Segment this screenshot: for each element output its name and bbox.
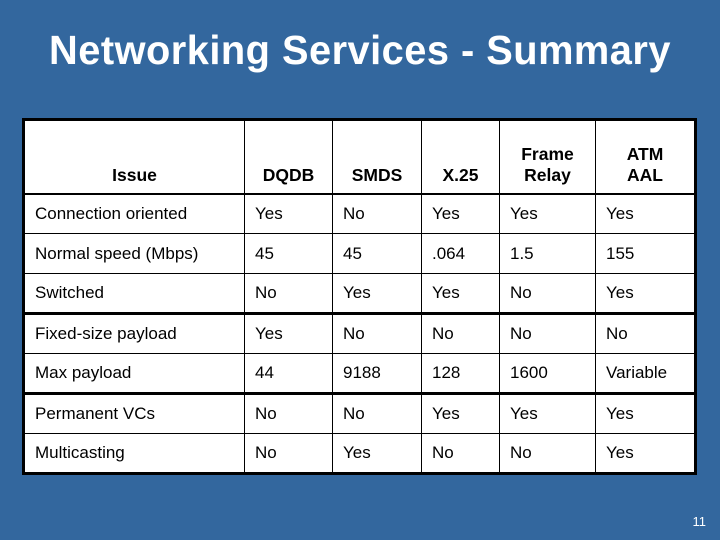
column-header-smds-line-1: SMDS xyxy=(351,164,403,185)
cell-dqdb: Yes xyxy=(244,193,333,234)
table-row: Connection oriented Yes No Yes Yes Yes xyxy=(23,193,696,234)
cell-frame-relay: No xyxy=(499,433,596,475)
cell-frame-relay: No xyxy=(499,273,596,314)
cell-dqdb: No xyxy=(244,273,333,314)
cell-atm-aal: 155 xyxy=(595,233,696,274)
cell-x25: No xyxy=(421,312,500,354)
column-header-dqdb-line-1: DQDB xyxy=(262,164,315,185)
cell-smds: Yes xyxy=(332,433,422,475)
cell-smds: No xyxy=(332,312,422,354)
table-header-row: Issue DQDB SMDS X.25 Frame Relay ATM AAL xyxy=(23,119,696,195)
cell-dqdb: 45 xyxy=(244,233,333,274)
table-row: Permanent VCs No No Yes Yes Yes xyxy=(23,392,696,434)
cell-smds: 45 xyxy=(332,233,422,274)
cell-x25: 128 xyxy=(421,353,500,394)
column-header-atm-aal: ATM AAL xyxy=(595,119,696,195)
cell-smds: 9188 xyxy=(332,353,422,394)
table-header: Issue DQDB SMDS X.25 Frame Relay ATM AAL xyxy=(23,119,696,195)
cell-issue: Multicasting xyxy=(23,433,245,475)
column-header-atm-aal-line-2: AAL xyxy=(627,164,663,185)
cell-frame-relay: No xyxy=(499,312,596,354)
cell-atm-aal: Yes xyxy=(595,273,696,314)
table-row: Normal speed (Mbps) 45 45 .064 1.5 155 xyxy=(23,233,696,274)
column-header-dqdb: DQDB xyxy=(244,119,333,195)
cell-dqdb: No xyxy=(244,392,333,434)
page-title: Networking Services - Summary xyxy=(49,27,671,73)
summary-table-container: Issue DQDB SMDS X.25 Frame Relay ATM AAL… xyxy=(22,118,697,475)
cell-atm-aal: Yes xyxy=(595,392,696,434)
cell-issue: Connection oriented xyxy=(23,193,245,234)
cell-smds: No xyxy=(332,392,422,434)
page-number: 11 xyxy=(692,514,707,529)
column-header-frame-relay: Frame Relay xyxy=(499,119,596,195)
cell-frame-relay: 1.5 xyxy=(499,233,596,274)
cell-issue: Permanent VCs xyxy=(23,392,245,434)
column-header-x25: X.25 xyxy=(421,119,500,195)
column-header-issue-line-1: Issue xyxy=(112,164,157,185)
cell-frame-relay: Yes xyxy=(499,392,596,434)
cell-frame-relay: Yes xyxy=(499,193,596,234)
column-header-atm-aal-line-1: ATM xyxy=(626,143,664,164)
networking-services-summary-table: Issue DQDB SMDS X.25 Frame Relay ATM AAL… xyxy=(22,118,697,475)
table-row: Multicasting No Yes No No Yes xyxy=(23,433,696,475)
cell-atm-aal: Variable xyxy=(595,353,696,394)
cell-atm-aal: Yes xyxy=(595,433,696,475)
cell-x25: .064 xyxy=(421,233,500,274)
cell-issue: Normal speed (Mbps) xyxy=(23,233,245,274)
column-header-frame-relay-line-1: Frame xyxy=(521,143,574,164)
table-row: Max payload 44 9188 128 1600 Variable xyxy=(23,353,696,394)
slide: Networking Services - Summary Issue DQDB xyxy=(0,0,720,540)
cell-issue: Max payload xyxy=(23,353,245,394)
table-body: Connection oriented Yes No Yes Yes Yes N… xyxy=(23,193,696,475)
column-header-smds: SMDS xyxy=(332,119,422,195)
cell-frame-relay: 1600 xyxy=(499,353,596,394)
table-row: Switched No Yes Yes No Yes xyxy=(23,273,696,314)
column-header-x25-line-1: X.25 xyxy=(442,164,479,185)
cell-x25: No xyxy=(421,433,500,475)
cell-dqdb: 44 xyxy=(244,353,333,394)
cell-smds: Yes xyxy=(332,273,422,314)
cell-smds: No xyxy=(332,193,422,234)
cell-atm-aal: No xyxy=(595,312,696,354)
column-header-frame-relay-line-2: Relay xyxy=(524,164,571,185)
cell-dqdb: No xyxy=(244,433,333,475)
table-row: Fixed-size payload Yes No No No No xyxy=(23,312,696,354)
cell-x25: Yes xyxy=(421,273,500,314)
cell-x25: Yes xyxy=(421,392,500,434)
cell-dqdb: Yes xyxy=(244,312,333,354)
cell-issue: Fixed-size payload xyxy=(23,312,245,354)
cell-atm-aal: Yes xyxy=(595,193,696,234)
cell-issue: Switched xyxy=(23,273,245,314)
cell-x25: Yes xyxy=(421,193,500,234)
column-header-issue: Issue xyxy=(23,119,245,195)
